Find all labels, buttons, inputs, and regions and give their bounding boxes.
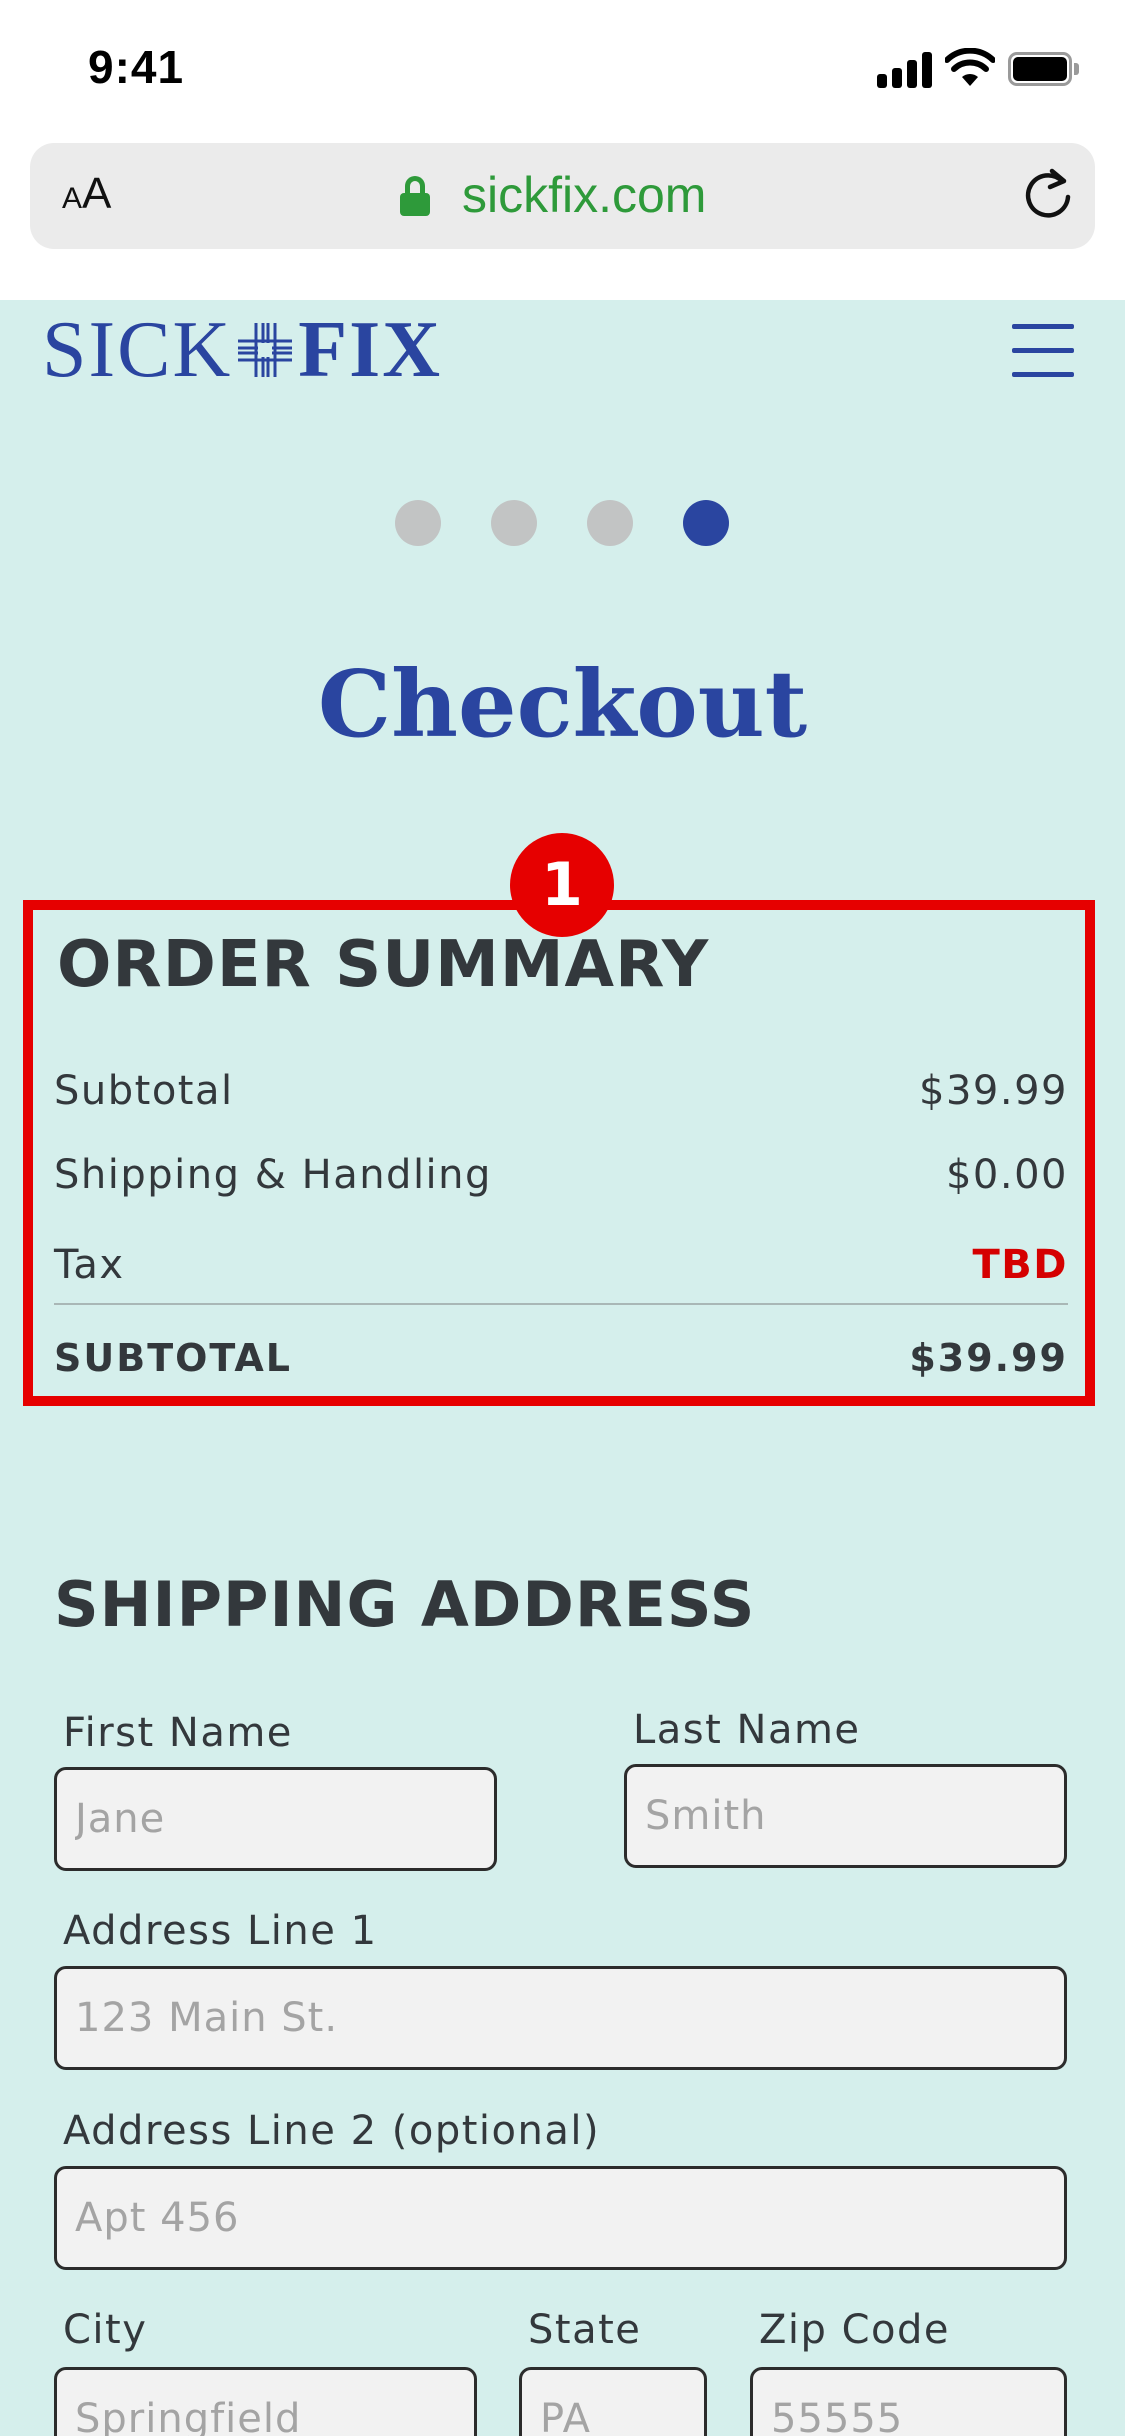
wifi-icon — [945, 48, 995, 86]
address-line-1-label: Address Line 1 — [63, 1908, 378, 1954]
address-line-1-field[interactable] — [54, 1966, 1067, 2070]
logo-text-fix: FIX — [298, 306, 443, 394]
lock-icon — [400, 176, 430, 216]
hamburger-menu-icon[interactable] — [1012, 324, 1074, 378]
zip-code-field[interactable] — [750, 2367, 1067, 2436]
text-size-large-glyph: A — [82, 169, 112, 218]
checkout-page: SICK FIX Checkout 1 ORDER SUMMARY Subtot… — [0, 300, 1125, 2436]
sickfix-logo[interactable]: SICK FIX — [42, 310, 442, 390]
reload-icon[interactable] — [1020, 167, 1076, 223]
battery-icon — [1008, 52, 1079, 86]
browser-address-bar[interactable]: AA sickfix.com — [30, 143, 1095, 249]
address-line-2-label: Address Line 2 (optional) — [63, 2108, 601, 2154]
page-title: Checkout — [317, 650, 808, 758]
city-field[interactable] — [54, 2367, 477, 2436]
status-time: 9:41 — [88, 41, 185, 93]
address-line-2-field[interactable] — [54, 2166, 1067, 2270]
cellular-signal-icon — [877, 48, 933, 88]
text-size-button[interactable]: AA — [62, 169, 111, 219]
annotation-badge: 1 — [510, 833, 614, 937]
progress-dot-2 — [491, 500, 537, 546]
shipping-address-heading: SHIPPING ADDRESS — [54, 1568, 756, 1641]
progress-dot-3 — [587, 500, 633, 546]
url-text[interactable]: sickfix.com — [462, 166, 706, 224]
annotation-highlight-box — [23, 900, 1095, 1406]
city-label: City — [63, 2307, 148, 2353]
state-label: State — [528, 2307, 642, 2353]
first-name-field[interactable] — [54, 1767, 497, 1871]
status-bar: 9:41 — [0, 0, 1125, 135]
progress-dot-1 — [395, 500, 441, 546]
zip-code-label: Zip Code — [759, 2307, 951, 2353]
first-name-label: First Name — [63, 1710, 293, 1756]
cross-logo-icon — [238, 323, 293, 377]
text-size-small-glyph: A — [62, 182, 83, 215]
last-name-label: Last Name — [633, 1707, 861, 1753]
logo-text-sick: SICK — [42, 306, 233, 394]
last-name-field[interactable] — [624, 1764, 1067, 1868]
progress-dot-4-active — [683, 500, 729, 546]
state-field[interactable] — [519, 2367, 707, 2436]
